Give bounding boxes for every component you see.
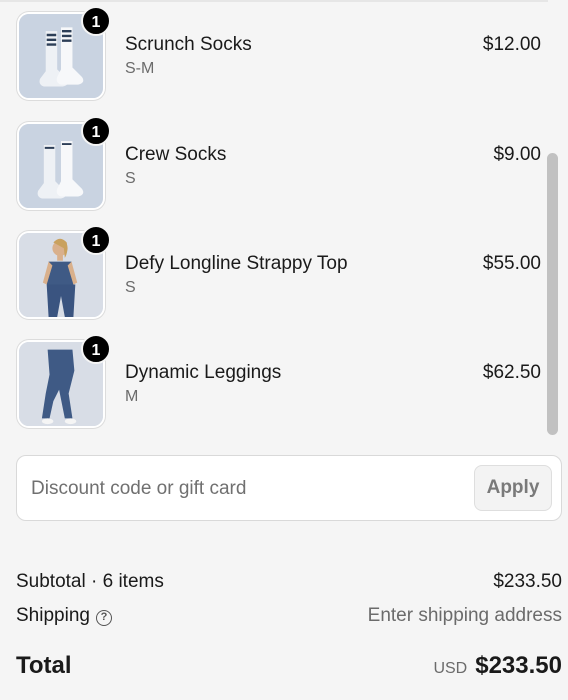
shipping-row: Shipping?	[16, 605, 112, 627]
total-row-value: USD $233.50	[433, 652, 562, 680]
product-name: Crew Socks	[125, 144, 227, 165]
discount-form: Apply	[16, 455, 562, 521]
help-icon[interactable]: ?	[95, 610, 112, 626]
scrollbar-thumb[interactable]	[547, 153, 558, 435]
shipping-label: Shipping	[16, 605, 90, 626]
line-item: 1 Scrunch Socks S-M $12.00	[0, 2, 548, 100]
line-item: 1 Dynamic Leggings M $62.50	[0, 330, 548, 428]
total-currency: USD	[433, 660, 468, 677]
line-item: 1 Defy Longline Strappy Top S $55.00	[0, 221, 548, 319]
product-name: Defy Longline Strappy Top	[125, 253, 348, 274]
product-price: $55.00	[482, 253, 541, 274]
product-name: Dynamic Leggings	[125, 362, 282, 383]
quantity-badge: 1	[81, 6, 111, 36]
apply-discount-button[interactable]: Apply	[474, 465, 552, 511]
product-price: $9.00	[493, 144, 541, 165]
order-items-list: 1 Scrunch Socks S-M $12.00 1 Crew Socks …	[0, 0, 548, 440]
product-variant: S	[125, 279, 136, 296]
product-variant: M	[125, 388, 139, 405]
product-name: Scrunch Socks	[125, 34, 252, 55]
quantity-badge: 1	[81, 116, 111, 146]
discount-code-input[interactable]	[31, 476, 451, 502]
shipping-value: Enter shipping address	[367, 605, 562, 626]
total-amount: $233.50	[475, 652, 562, 679]
quantity-badge: 1	[81, 334, 111, 364]
product-price: $62.50	[482, 362, 541, 383]
total-label: Total	[16, 652, 72, 679]
quantity-badge: 1	[81, 225, 111, 255]
product-variant: S	[125, 170, 136, 187]
subtotal-value: $233.50	[493, 571, 562, 592]
product-variant: S-M	[125, 60, 155, 77]
line-item: 1 Crew Socks S $9.00	[0, 112, 548, 210]
subtotal-label: Subtotal · 6 items	[16, 571, 164, 592]
product-price: $12.00	[482, 34, 541, 55]
